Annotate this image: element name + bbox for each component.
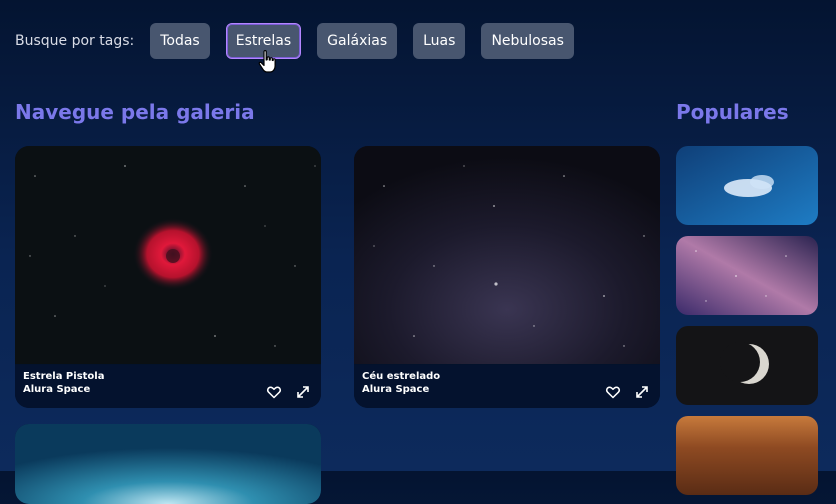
popular-thumbnail-desert[interactable] xyxy=(676,416,818,495)
tags-label: Busque por tags: xyxy=(15,33,135,49)
nebula-image[interactable] xyxy=(15,146,321,364)
popular-title: Populares xyxy=(676,100,789,124)
tag-luas[interactable]: Luas xyxy=(413,23,466,59)
gallery-card: Estrela Pistola Alura Space xyxy=(15,146,321,408)
starry-sky-image[interactable] xyxy=(354,146,660,364)
heart-icon[interactable] xyxy=(266,384,282,400)
tag-filter-bar: Busque por tags: Todas Estrelas Galáxias… xyxy=(15,23,590,59)
popular-thumbnail-milky-way[interactable] xyxy=(676,236,818,315)
tag-galaxias[interactable]: Galáxias xyxy=(317,23,398,59)
tag-nebulosas[interactable]: Nebulosas xyxy=(481,23,574,59)
card-author: Alura Space xyxy=(23,384,91,395)
card-title: Céu estrelado xyxy=(362,371,441,382)
popular-thumbnail-moon[interactable] xyxy=(676,326,818,405)
galaxy-image[interactable] xyxy=(15,424,321,504)
heart-icon[interactable] xyxy=(605,384,621,400)
card-footer: Céu estrelado Alura Space xyxy=(354,365,660,408)
card-title: Estrela Pistola xyxy=(23,371,105,382)
hand-cursor-icon xyxy=(258,50,276,73)
card-footer: Estrela Pistola Alura Space xyxy=(15,365,321,408)
gallery-card xyxy=(15,424,321,504)
gallery-title: Navegue pela galeria xyxy=(15,100,255,124)
popular-thumbnail-clouds[interactable] xyxy=(676,146,818,225)
card-author: Alura Space xyxy=(362,384,430,395)
expand-icon[interactable] xyxy=(295,384,311,400)
gallery-card: Céu estrelado Alura Space xyxy=(354,146,660,408)
expand-icon[interactable] xyxy=(634,384,650,400)
tag-todas[interactable]: Todas xyxy=(150,23,210,59)
